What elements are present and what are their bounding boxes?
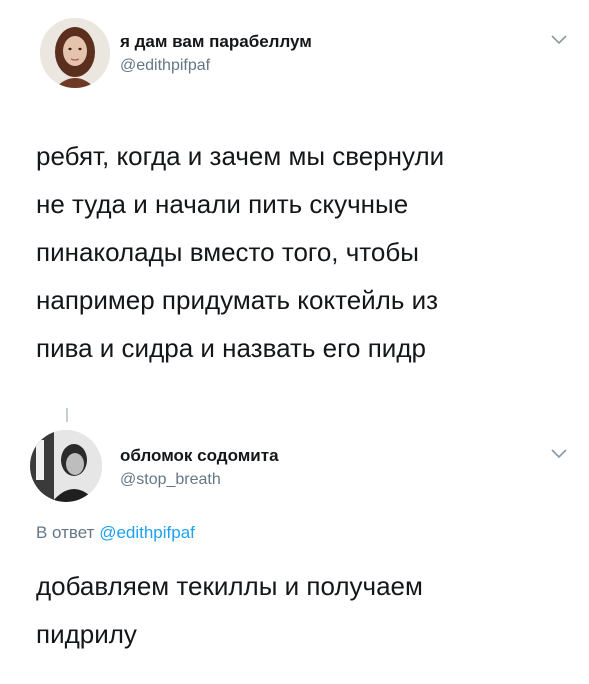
reply-to-context: В ответ @edithpifpaf [36, 523, 195, 543]
avatar-photo [30, 430, 102, 502]
tweet-text: ребят, когда и зачем мы свернули не туда… [36, 141, 445, 363]
user-handle[interactable]: @edithpifpaf [120, 57, 210, 75]
tweet: я дам вам парабеллум @edithpifpaf ребят,… [0, 0, 589, 400]
reply-to-handle-link[interactable]: @edithpifpaf [99, 523, 195, 542]
reply-text: добавляем текиллы и получаем пидрилу [36, 571, 423, 649]
display-name[interactable]: я дам вам парабеллум [120, 32, 312, 52]
user-handle[interactable]: @stop_breath [120, 471, 221, 489]
chevron-down-icon[interactable] [550, 448, 568, 460]
reply-to-label: В ответ [36, 523, 95, 542]
chevron-down-icon[interactable] [550, 34, 568, 46]
display-name[interactable]: обломок содомита [120, 446, 279, 466]
avatar[interactable] [30, 430, 102, 502]
avatar-photo [40, 18, 110, 88]
avatar[interactable] [40, 18, 110, 88]
